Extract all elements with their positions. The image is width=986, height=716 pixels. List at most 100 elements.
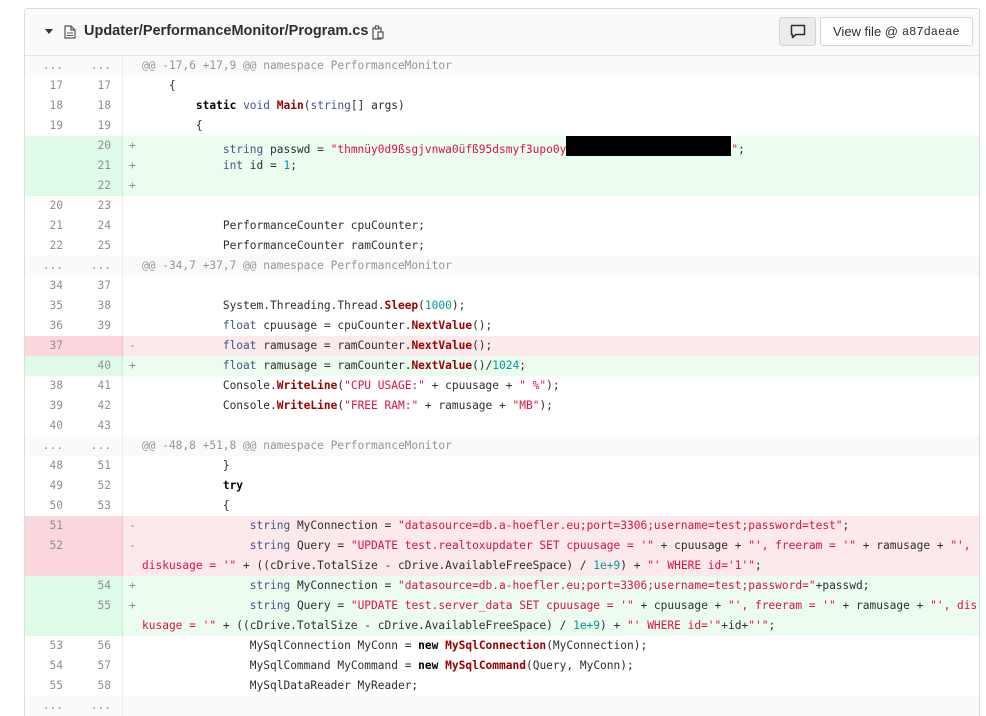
new-line-number[interactable] xyxy=(74,336,123,356)
old-line-number[interactable]: 18 xyxy=(25,96,74,116)
new-line-number[interactable]: 37 xyxy=(74,276,123,296)
code-text: static void Main(string[] args) xyxy=(195,99,405,112)
new-line-number[interactable]: ... xyxy=(74,256,123,276)
added-marker: + xyxy=(129,359,136,372)
old-line-number[interactable]: 21 xyxy=(25,216,74,236)
old-line-number[interactable]: 37 xyxy=(25,336,74,356)
new-line-number[interactable]: 25 xyxy=(74,236,123,256)
old-line-number[interactable] xyxy=(25,156,74,176)
code-text: float ramusage = ramCounter.NextValue()/… xyxy=(222,359,526,372)
code-text: { xyxy=(142,79,176,92)
commit-sha: a87daeae xyxy=(901,24,960,39)
comment-icon xyxy=(790,24,805,39)
old-line-number[interactable]: ... xyxy=(25,436,74,456)
toggle-comments-button[interactable] xyxy=(779,17,816,46)
old-line-number[interactable]: 50 xyxy=(25,496,74,516)
old-line-number[interactable]: 48 xyxy=(25,456,74,476)
diff-line: 22 25 PerformanceCounter ramCounter; xyxy=(25,236,979,256)
code-text: MySqlConnection MyConn = new MySqlConnec… xyxy=(142,639,648,652)
new-line-number[interactable]: 21 xyxy=(74,156,123,176)
new-line-number[interactable]: ... xyxy=(74,436,123,456)
old-line-number[interactable]: 22 xyxy=(25,236,74,256)
new-line-number[interactable]: ... xyxy=(74,696,123,716)
code-text: { xyxy=(142,119,203,132)
added-marker: + xyxy=(129,579,136,592)
new-line-number[interactable]: 52 xyxy=(74,476,123,496)
new-line-number[interactable]: ... xyxy=(74,56,123,76)
removed-marker: - xyxy=(129,519,136,532)
old-line-number[interactable]: 34 xyxy=(25,276,74,296)
copy-path-icon[interactable] xyxy=(372,25,384,40)
old-line-number[interactable]: 20 xyxy=(25,196,74,216)
view-file-button[interactable]: View file @ a87daeae xyxy=(820,17,973,46)
removed-marker: - xyxy=(129,339,136,352)
old-line-number[interactable]: 36 xyxy=(25,316,74,336)
code-text: float ramusage = ramCounter.NextValue(); xyxy=(222,339,493,352)
new-line-number[interactable]: 20 xyxy=(74,136,123,156)
redacted-block xyxy=(566,136,732,158)
new-line-number[interactable]: 57 xyxy=(74,656,123,676)
code-text: string MyConnection = "datasource=db.a-h… xyxy=(249,519,850,532)
old-line-number[interactable]: ... xyxy=(25,256,74,276)
new-line-number[interactable]: 24 xyxy=(74,216,123,236)
diff-line: 51 - string MyConnection = "datasource=db… xyxy=(25,516,979,536)
new-line-number[interactable] xyxy=(74,516,123,536)
old-line-number[interactable]: 17 xyxy=(25,76,74,96)
new-line-number[interactable]: 40 xyxy=(74,356,123,376)
old-line-number[interactable]: ... xyxy=(25,56,74,76)
old-line-number[interactable] xyxy=(25,596,74,636)
old-line-number[interactable]: 35 xyxy=(25,296,74,316)
old-line-number[interactable]: 38 xyxy=(25,376,74,396)
file-path[interactable]: Updater/PerformanceMonitor/Program.cs xyxy=(84,23,368,39)
new-line-number[interactable]: 56 xyxy=(74,636,123,656)
added-marker: + xyxy=(129,139,136,152)
new-line-number[interactable]: 58 xyxy=(74,676,123,696)
code-text: MySqlCommand MyCommand = new MySqlComman… xyxy=(142,659,634,672)
old-line-number[interactable]: ... xyxy=(25,696,74,716)
code-text: System.Threading.Thread.Sleep(1000); xyxy=(142,299,466,312)
new-line-number[interactable]: 17 xyxy=(74,76,123,96)
old-line-number[interactable]: 52 xyxy=(25,536,74,576)
new-line-number[interactable]: 54 xyxy=(74,576,123,596)
new-line-number[interactable]: 19 xyxy=(74,116,123,136)
old-line-number[interactable]: 40 xyxy=(25,416,74,436)
new-line-number[interactable]: 18 xyxy=(74,96,123,116)
diff-line: 54 + string MyConnection = "datasource=db… xyxy=(25,576,979,596)
code-text: int id = 1; xyxy=(222,159,297,172)
old-line-number[interactable]: 53 xyxy=(25,636,74,656)
code-text: Console.WriteLine("CPU USAGE:" + cpuusag… xyxy=(142,379,560,392)
old-line-number[interactable] xyxy=(25,356,74,376)
new-line-number[interactable]: 23 xyxy=(74,196,123,216)
new-line-number[interactable]: 22 xyxy=(74,176,123,196)
new-line-number[interactable]: 43 xyxy=(74,416,123,436)
new-line-number[interactable] xyxy=(74,536,123,576)
diff-line: 17 17 { xyxy=(25,76,979,96)
new-line-number[interactable]: 51 xyxy=(74,456,123,476)
code-text: string Query = "UPDATE test.realtoxupdat… xyxy=(142,539,978,572)
old-line-number[interactable]: 19 xyxy=(25,116,74,136)
old-line-number[interactable]: 39 xyxy=(25,396,74,416)
old-line-number[interactable]: 49 xyxy=(25,476,74,496)
diff-line: 20 23 xyxy=(25,196,979,216)
collapse-caret-icon[interactable] xyxy=(45,29,53,34)
new-line-number[interactable]: 38 xyxy=(74,296,123,316)
hunk-header-row: ...... @@ -17,6 +17,9 @@ namespace Perfor… xyxy=(25,56,979,76)
new-line-number[interactable]: 39 xyxy=(74,316,123,336)
old-line-number[interactable]: 55 xyxy=(25,676,74,696)
old-line-number[interactable] xyxy=(25,576,74,596)
code-text: MySqlDataReader MyReader; xyxy=(142,679,419,692)
diff-line: 22 + xyxy=(25,176,979,196)
new-line-number[interactable]: 55 xyxy=(74,596,123,636)
hunk-header: @@ -17,6 +17,9 @@ namespace PerformanceM… xyxy=(142,59,452,72)
new-line-number[interactable]: 53 xyxy=(74,496,123,516)
new-line-number[interactable]: 42 xyxy=(74,396,123,416)
diff-line: 53 56 MySqlConnection MyConn = new MySqlC… xyxy=(25,636,979,656)
diff-line: 36 39 float cpuusage = cpuCounter.NextVal… xyxy=(25,316,979,336)
new-line-number[interactable]: 41 xyxy=(74,376,123,396)
old-line-number[interactable]: 54 xyxy=(25,656,74,676)
diff-line: 48 51 } xyxy=(25,456,979,476)
diff-line: 19 19 { xyxy=(25,116,979,136)
old-line-number[interactable] xyxy=(25,176,74,196)
old-line-number[interactable] xyxy=(25,136,74,156)
old-line-number[interactable]: 51 xyxy=(25,516,74,536)
